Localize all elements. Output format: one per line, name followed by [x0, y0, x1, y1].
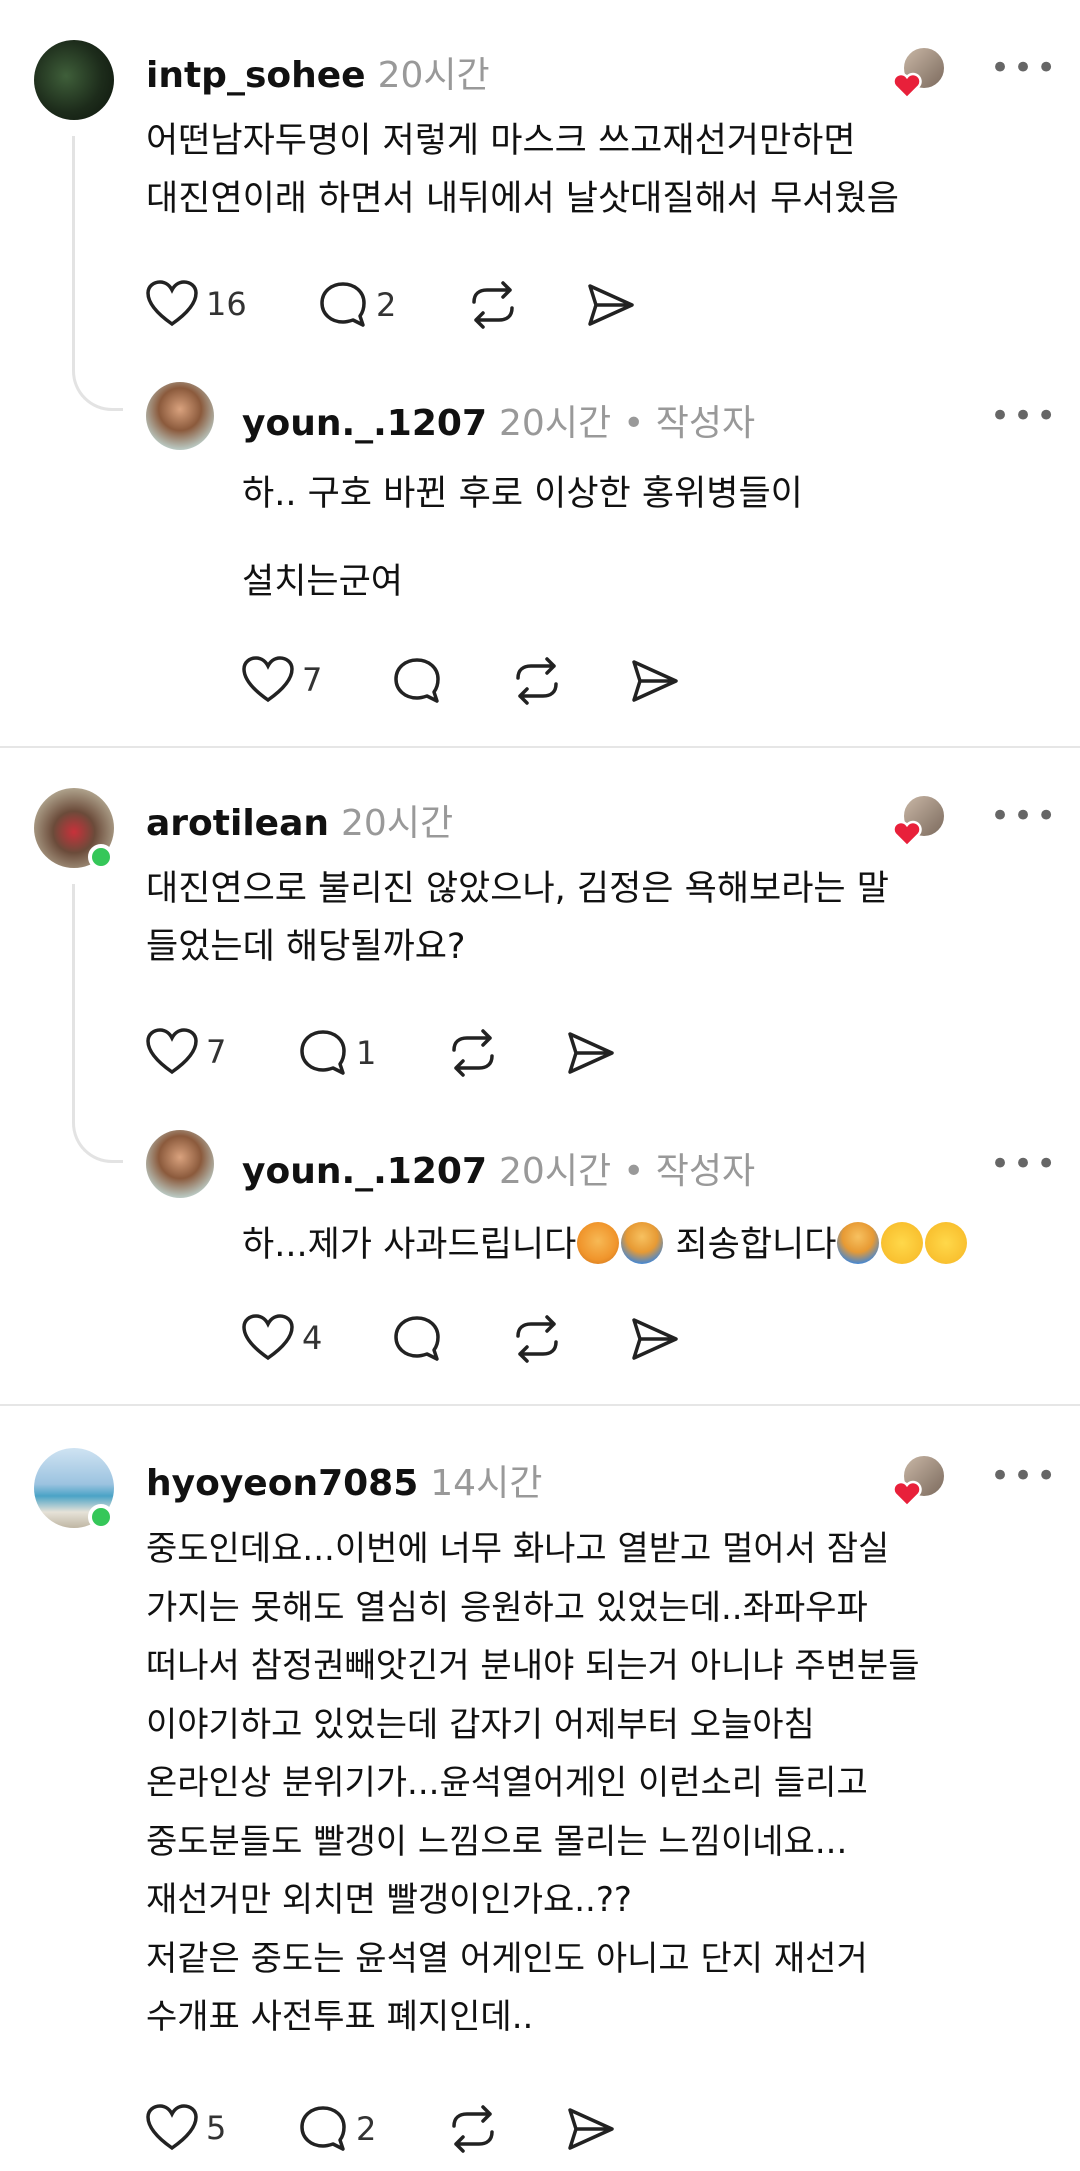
bowing-emoji-icon: [837, 1222, 880, 1264]
send-icon: [588, 284, 634, 326]
repost-button[interactable]: [446, 1028, 500, 1078]
more-options-icon[interactable]: •••: [990, 799, 1059, 833]
comment-icon: [320, 282, 366, 327]
heart-icon: [146, 2104, 198, 2151]
send-icon: [568, 2108, 614, 2150]
reply-count: 2: [376, 286, 397, 324]
username[interactable]: hyoyeon7085 14시간: [146, 1454, 542, 1506]
comment-text: 중도인데요...이번에 너무 화나고 열받고 멀어서 잠실 가지는 못해도 열심…: [146, 1529, 920, 2037]
repost-icon: [516, 1315, 558, 1363]
comment-text: 대진연으로 불리진 않았으나, 김정은 욕해보라는 말 들었는데 해당될까요?: [146, 869, 889, 967]
facepalm-emoji-icon: [577, 1222, 620, 1264]
like-count: 5: [206, 2109, 227, 2147]
like-count: 7: [302, 661, 323, 699]
reply-text: 하...제가 사과드립니다 죄송합니다: [242, 1216, 1062, 1274]
username[interactable]: youn._.1207 20시간 • 작성자: [242, 1142, 755, 1194]
more-options-icon[interactable]: •••: [990, 399, 1059, 433]
heart-icon: [146, 280, 198, 327]
reply-text-line-1: 하.. 구호 바뀐 후로 이상한 홍위병들이: [242, 474, 803, 514]
like-button[interactable]: 5: [146, 2104, 226, 2152]
like-count: 7: [206, 1033, 227, 1071]
more-options-icon[interactable]: •••: [990, 51, 1059, 85]
username-text[interactable]: arotilean: [146, 803, 329, 844]
username[interactable]: arotilean 20시간: [146, 794, 453, 846]
timestamp: 20시간: [377, 55, 490, 96]
timestamp: 20시간: [341, 803, 454, 844]
comment-icon: [300, 1030, 346, 1075]
bowing-emoji-icon: [621, 1222, 664, 1264]
liked-by-author-icon: [892, 794, 946, 848]
comment-icon: [300, 2106, 346, 2151]
username-text[interactable]: intp_sohee: [146, 55, 366, 96]
reply-text-part-2: 죄송합니다: [664, 1225, 837, 1265]
repost-button[interactable]: [446, 2104, 500, 2154]
more-options-icon[interactable]: •••: [990, 1459, 1059, 1493]
liked-by-author-icon: [892, 1454, 946, 1508]
avatar-youn-1207[interactable]: [146, 382, 214, 450]
username[interactable]: intp_sohee 20시간: [146, 46, 490, 98]
send-icon: [568, 1032, 614, 1074]
like-count: 16: [206, 285, 247, 323]
share-button[interactable]: [630, 1316, 680, 1362]
pleading-face-emoji-icon: [881, 1222, 924, 1264]
username-text[interactable]: youn._.1207: [242, 403, 487, 444]
avatar-youn-1207[interactable]: [146, 1130, 214, 1198]
like-button[interactable]: 4: [242, 1314, 322, 1362]
username-text[interactable]: hyoyeon7085: [146, 1463, 418, 1504]
reply-button[interactable]: 1: [298, 1028, 376, 1078]
comment-text: 어떤남자두명이 저렇게 마스크 쓰고재선거만하면 대진연이래 하면서 내뒤에서 …: [146, 121, 899, 219]
more-options-icon[interactable]: •••: [990, 1147, 1059, 1181]
share-button[interactable]: [586, 282, 636, 328]
like-count: 4: [302, 1319, 323, 1357]
repost-icon: [452, 1029, 494, 1077]
share-button[interactable]: [566, 1030, 616, 1076]
like-button[interactable]: 16: [146, 280, 247, 328]
online-status-dot: [88, 1504, 114, 1530]
repost-icon: [452, 2105, 494, 2153]
author-tag: • 작성자: [623, 403, 756, 444]
heart-icon: [242, 656, 294, 703]
timestamp: 14시간: [430, 1463, 543, 1504]
repost-button[interactable]: [466, 280, 520, 330]
comment-icon: [394, 658, 440, 703]
heart-icon: [146, 1028, 198, 1075]
reply-count: 2: [356, 2110, 377, 2148]
online-status-dot: [88, 844, 114, 870]
timestamp: 20시간: [499, 1151, 612, 1192]
author-tag: • 작성자: [623, 1151, 756, 1192]
reply-button[interactable]: 2: [318, 280, 396, 330]
reply-text-line-2: 설치는군여: [242, 562, 404, 602]
divider: [0, 1404, 1080, 1406]
thread-line: [72, 136, 123, 411]
divider: [0, 746, 1080, 748]
like-button[interactable]: 7: [146, 1028, 226, 1076]
liked-by-author-icon: [892, 46, 946, 100]
send-icon: [632, 1318, 678, 1360]
reply-text-part-1: 하...제가 사과드립니다: [242, 1225, 577, 1265]
repost-button[interactable]: [510, 1314, 564, 1364]
repost-icon: [472, 281, 514, 329]
reply-button[interactable]: [392, 1314, 442, 1364]
reply-button[interactable]: [392, 656, 442, 706]
timestamp: 20시간: [499, 403, 612, 444]
avatar-intp-sohee[interactable]: [34, 40, 114, 120]
comment-icon: [394, 1316, 440, 1361]
thread-line: [72, 884, 123, 1163]
share-button[interactable]: [630, 658, 680, 704]
repost-icon: [516, 657, 558, 705]
repost-button[interactable]: [510, 656, 564, 706]
smiling-tear-emoji-icon: [925, 1222, 968, 1264]
heart-icon: [242, 1314, 294, 1361]
username[interactable]: youn._.1207 20시간 • 작성자: [242, 394, 755, 446]
share-button[interactable]: [566, 2106, 616, 2152]
reply-count: 1: [356, 1034, 377, 1072]
like-button[interactable]: 7: [242, 656, 322, 704]
reply-button[interactable]: 2: [298, 2104, 376, 2154]
username-text[interactable]: youn._.1207: [242, 1151, 487, 1192]
send-icon: [632, 660, 678, 702]
